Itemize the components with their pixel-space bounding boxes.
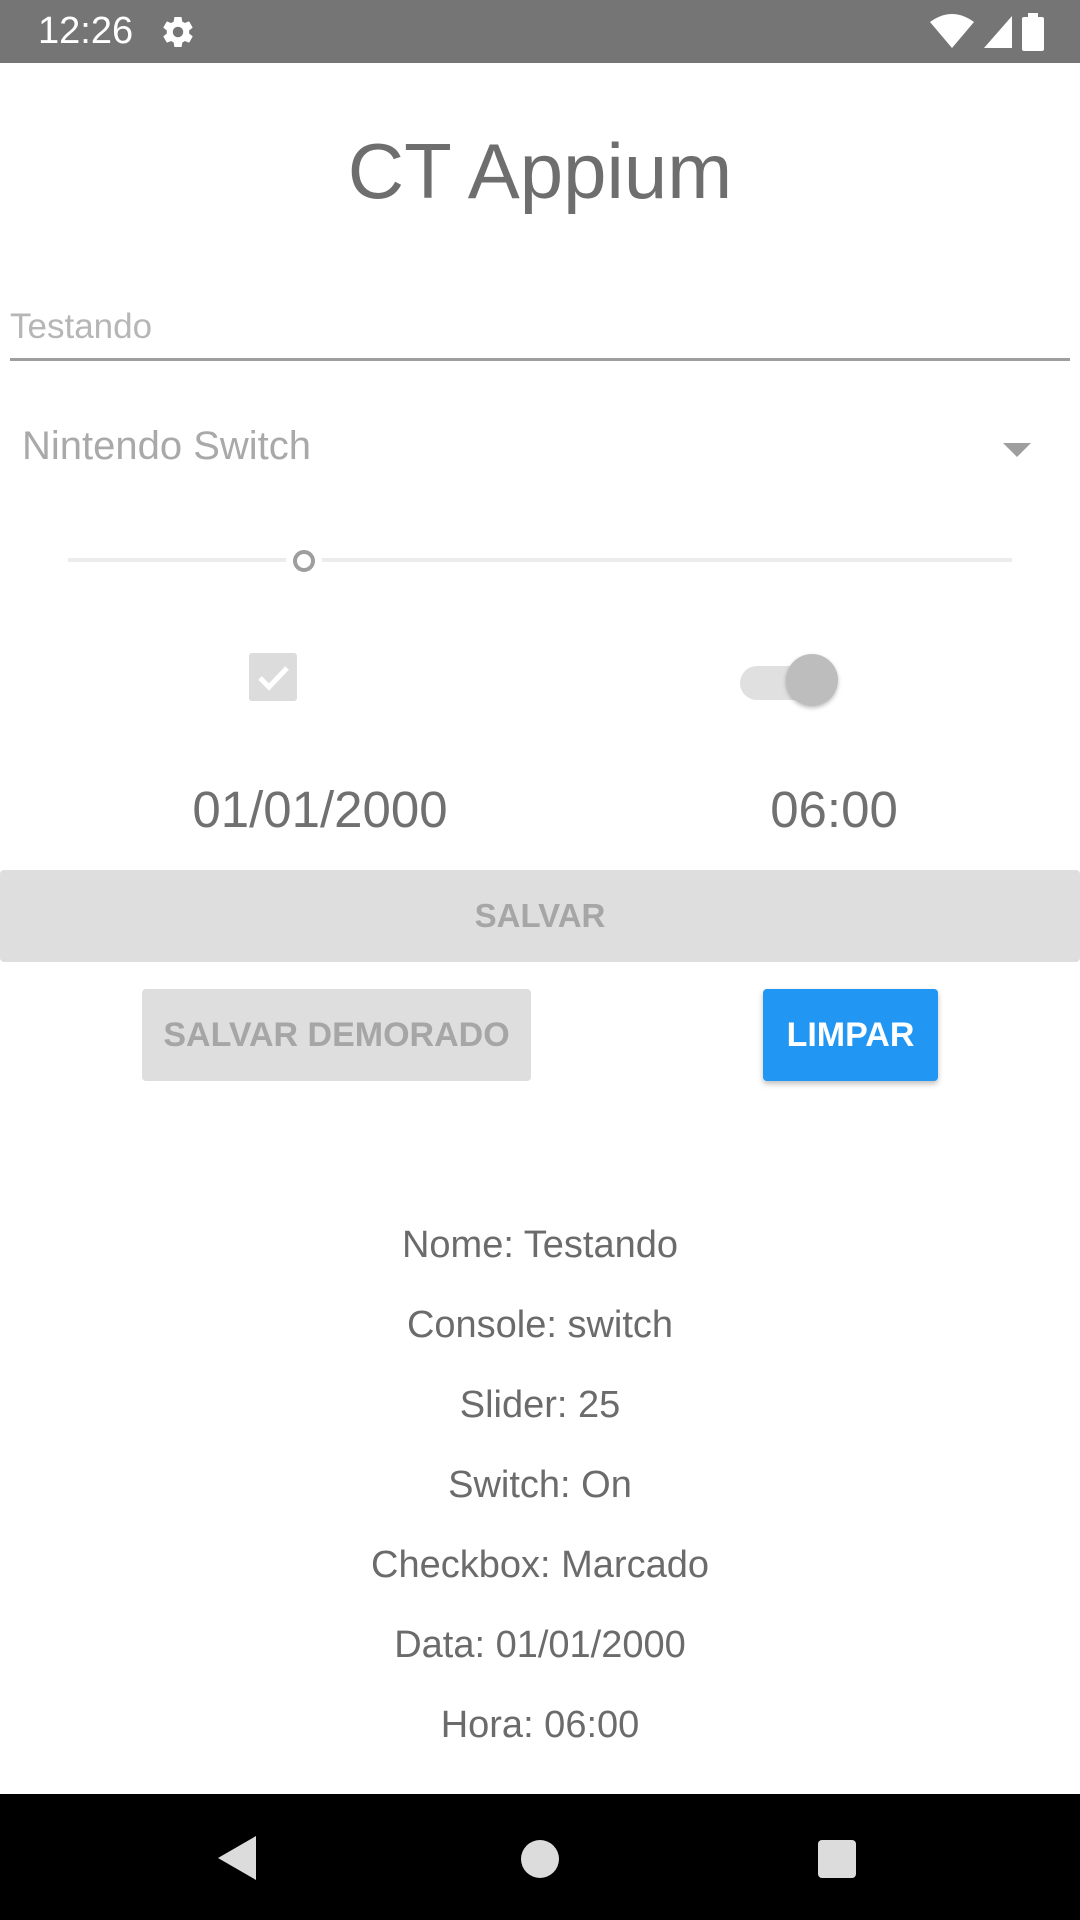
result-console: Console: switch [406, 1304, 674, 1346]
date-picker-value[interactable]: 01/01/2000 [160, 780, 480, 840]
back-icon[interactable] [218, 1836, 256, 1880]
home-icon[interactable] [521, 1840, 559, 1878]
app-screen: 12:26 CT Appium Nintendo Switch [0, 0, 1080, 1920]
name-input[interactable] [10, 296, 1070, 361]
slider[interactable] [68, 540, 1012, 580]
chevron-down-icon [1003, 443, 1031, 457]
slider-thumb[interactable] [293, 550, 315, 572]
status-time: 12:26 [38, 10, 134, 52]
clear-button[interactable]: LIMPAR [763, 989, 938, 1081]
results-list: Nome: Testando Console: switch Slider: 2… [0, 1218, 1080, 1778]
gear-icon [163, 17, 193, 48]
result-date: Data: 01/01/2000 [394, 1624, 686, 1666]
checkmark-icon [258, 666, 289, 691]
save-delayed-button[interactable]: SALVAR DEMORADO [142, 989, 531, 1081]
console-select-value: Nintendo Switch [22, 424, 312, 468]
slider-track [68, 558, 1012, 562]
result-slider: Slider: 25 [459, 1384, 621, 1426]
time-picker-value[interactable]: 06:00 [714, 780, 954, 840]
toggle-switch[interactable] [740, 652, 840, 708]
wifi-icon [930, 14, 974, 48]
toggle-thumb [786, 654, 838, 706]
result-checkbox: Checkbox: Marcado [371, 1544, 709, 1586]
result-time: Hora: 06:00 [440, 1704, 640, 1746]
page-title: CT Appium [347, 127, 733, 215]
console-select[interactable]: Nintendo Switch [0, 405, 1080, 485]
cellular-signal-icon [984, 16, 1012, 48]
checkbox[interactable] [249, 653, 297, 701]
status-icons [930, 12, 1044, 52]
result-switch: Switch: On [448, 1464, 632, 1506]
result-name: Nome: Testando [401, 1224, 679, 1266]
battery-icon [1022, 13, 1044, 51]
recents-icon[interactable] [818, 1840, 856, 1878]
save-button[interactable]: SALVAR [0, 870, 1080, 962]
navigation-bar [0, 1794, 1080, 1920]
status-bar: 12:26 [0, 0, 1080, 63]
